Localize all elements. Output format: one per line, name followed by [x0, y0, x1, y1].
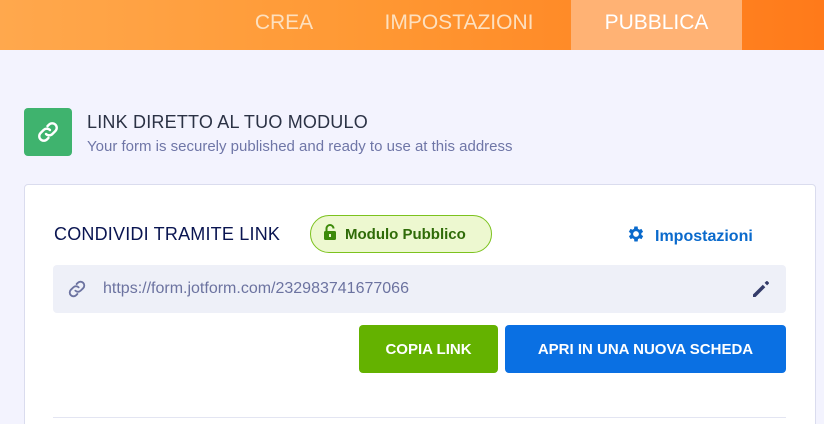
tab-impostazioni[interactable]: IMPOSTAZIONI	[360, 0, 558, 50]
top-nav-bar: CREA IMPOSTAZIONI PUBBLICA	[0, 0, 824, 50]
share-title: CONDIVIDI TRAMITE LINK	[54, 224, 281, 244]
section-title: LINK DIRETTO AL TUO MODULO	[87, 112, 368, 132]
copy-link-button[interactable]: COPIA LINK	[359, 325, 498, 373]
section-subtitle: Your form is securely published and read…	[87, 138, 513, 155]
pencil-icon[interactable]	[749, 277, 773, 306]
gear-icon	[626, 224, 646, 249]
divider	[53, 417, 786, 418]
tab-crea[interactable]: CREA	[236, 0, 332, 50]
link-icon	[67, 279, 87, 304]
link-icon	[24, 108, 72, 156]
form-url[interactable]: https://form.jotform.com/232983741677066	[103, 280, 409, 298]
open-new-tab-button[interactable]: APRI IN UNA NUOVA SCHEDA	[505, 325, 786, 373]
url-field[interactable]: https://form.jotform.com/232983741677066	[53, 265, 786, 313]
badge-label: Modulo Pubblico	[345, 225, 466, 243]
unlock-icon	[323, 223, 337, 245]
tab-pubblica[interactable]: PUBBLICA	[571, 0, 742, 50]
settings-label: Impostazioni	[655, 227, 753, 245]
settings-link[interactable]: Impostazioni	[626, 224, 753, 249]
public-form-badge[interactable]: Modulo Pubblico	[310, 215, 492, 253]
